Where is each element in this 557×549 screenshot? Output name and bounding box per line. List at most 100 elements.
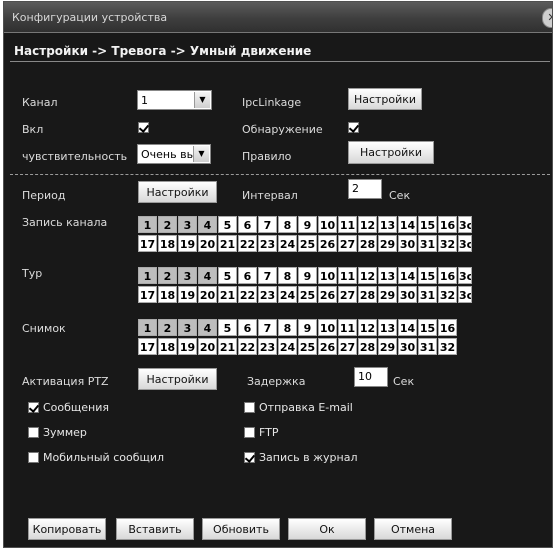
snapshot-channel-cell[interactable]: 20: [198, 338, 217, 355]
tour-channel-cell[interactable]: 13: [378, 267, 397, 284]
record-channel-channel-cell[interactable]: 25: [298, 235, 317, 252]
tour-channel-cell[interactable]: 3: [178, 267, 197, 284]
snapshot-channel-cell[interactable]: 17: [138, 338, 157, 355]
tour-channel-cell[interactable]: 3cı: [458, 286, 472, 303]
record-channel-channel-cell[interactable]: 32: [438, 235, 457, 252]
tour-channel-cell[interactable]: 20: [198, 286, 217, 303]
tour-channel-cell[interactable]: 18: [158, 286, 177, 303]
tour-channel-cell[interactable]: 15: [418, 267, 437, 284]
tour-channel-cell[interactable]: 1: [138, 267, 157, 284]
record-channel-channel-cell[interactable]: 3: [178, 216, 197, 233]
detection-checkbox[interactable]: [348, 122, 359, 133]
record-channel-channel-cell[interactable]: 10: [318, 216, 337, 233]
record-channel-channel-cell[interactable]: 22: [238, 235, 257, 252]
snapshot-channel-cell[interactable]: 5: [218, 319, 237, 336]
snapshot-channel-cell[interactable]: 32: [438, 338, 457, 355]
snapshot-channel-cell[interactable]: 4: [198, 319, 217, 336]
cancel-button[interactable]: Отмена: [374, 518, 452, 540]
record-channel-channel-cell[interactable]: 16: [438, 216, 457, 233]
tour-channel-cell[interactable]: 7: [258, 267, 277, 284]
record-channel-channel-cell[interactable]: 28: [358, 235, 377, 252]
snapshot-channel-cell[interactable]: 27: [338, 338, 357, 355]
tour-channel-cell[interactable]: 29: [378, 286, 397, 303]
ipclinkage-settings-button[interactable]: Настройки: [348, 88, 422, 110]
enable-checkbox[interactable]: [138, 122, 149, 133]
copy-button[interactable]: Копировать: [28, 518, 106, 540]
ptz-settings-button[interactable]: Настройки: [138, 368, 217, 390]
tour-channel-cell[interactable]: 4: [198, 267, 217, 284]
rule-settings-button[interactable]: Настройки: [348, 141, 434, 164]
log-checkbox[interactable]: [244, 452, 255, 463]
snapshot-channel-cell[interactable]: 26: [318, 338, 337, 355]
snapshot-channel-cell[interactable]: 19: [178, 338, 197, 355]
record-channel-channel-cell[interactable]: 4: [198, 216, 217, 233]
record-channel-channel-cell[interactable]: 3cı: [458, 235, 472, 252]
tour-channel-cell[interactable]: 25: [298, 286, 317, 303]
tour-channel-cell[interactable]: 9: [298, 267, 317, 284]
tour-channel-cell[interactable]: 22: [238, 286, 257, 303]
snapshot-channel-cell[interactable]: 9: [298, 319, 317, 336]
record-channel-channel-cell[interactable]: 1: [138, 216, 157, 233]
snapshot-channel-cell[interactable]: 25: [298, 338, 317, 355]
record-channel-channel-cell[interactable]: 8: [278, 216, 297, 233]
tour-channel-cell[interactable]: 23: [258, 286, 277, 303]
record-channel-channel-cell[interactable]: 12: [358, 216, 377, 233]
record-channel-channel-cell[interactable]: 18: [158, 235, 177, 252]
tour-channel-cell[interactable]: 26: [318, 286, 337, 303]
close-icon[interactable]: ✕: [542, 8, 552, 28]
record-channel-channel-cell[interactable]: 30: [398, 235, 417, 252]
messages-checkbox[interactable]: [28, 402, 39, 413]
snapshot-channel-cell[interactable]: 13: [378, 319, 397, 336]
snapshot-channel-cell[interactable]: 8: [278, 319, 297, 336]
snapshot-channel-cell[interactable]: 7: [258, 319, 277, 336]
tour-channel-cell[interactable]: 32: [438, 286, 457, 303]
record-channel-channel-cell[interactable]: 27: [338, 235, 357, 252]
snapshot-channel-cell[interactable]: 24: [278, 338, 297, 355]
tour-channel-cell[interactable]: 2: [158, 267, 177, 284]
record-channel-channel-cell[interactable]: 15: [418, 216, 437, 233]
snapshot-channel-cell[interactable]: 6: [238, 319, 257, 336]
snapshot-channel-cell[interactable]: 14: [398, 319, 417, 336]
snapshot-channel-cell[interactable]: 29: [378, 338, 397, 355]
tour-channel-cell[interactable]: 30: [398, 286, 417, 303]
snapshot-channel-cell[interactable]: 10: [318, 319, 337, 336]
tour-channel-cell[interactable]: 17: [138, 286, 157, 303]
record-channel-channel-cell[interactable]: 5: [218, 216, 237, 233]
tour-channel-cell[interactable]: 28: [358, 286, 377, 303]
tour-channel-cell[interactable]: 3cı: [458, 267, 472, 284]
record-channel-channel-cell[interactable]: 11: [338, 216, 357, 233]
ok-button[interactable]: Ок: [288, 518, 366, 540]
snapshot-channel-cell[interactable]: 18: [158, 338, 177, 355]
record-channel-channel-cell[interactable]: 29: [378, 235, 397, 252]
tour-channel-cell[interactable]: 21: [218, 286, 237, 303]
email-checkbox[interactable]: [244, 402, 255, 413]
snapshot-channel-cell[interactable]: 23: [258, 338, 277, 355]
record-channel-channel-cell[interactable]: 7: [258, 216, 277, 233]
record-channel-channel-cell[interactable]: 19: [178, 235, 197, 252]
channel-select[interactable]: 1 ▼: [137, 90, 212, 110]
tour-channel-cell[interactable]: 27: [338, 286, 357, 303]
snapshot-channel-cell[interactable]: 22: [238, 338, 257, 355]
record-channel-channel-cell[interactable]: 26: [318, 235, 337, 252]
snapshot-channel-cell[interactable]: 16: [438, 319, 457, 336]
mobile-message-checkbox[interactable]: [28, 452, 39, 463]
snapshot-channel-cell[interactable]: 21: [218, 338, 237, 355]
tour-channel-cell[interactable]: 8: [278, 267, 297, 284]
delay-input[interactable]: 10: [354, 367, 388, 387]
snapshot-channel-cell[interactable]: 15: [418, 319, 437, 336]
tour-channel-cell[interactable]: 12: [358, 267, 377, 284]
tour-channel-cell[interactable]: 24: [278, 286, 297, 303]
tour-channel-cell[interactable]: 6: [238, 267, 257, 284]
record-channel-channel-cell[interactable]: 23: [258, 235, 277, 252]
period-settings-button[interactable]: Настройки: [138, 181, 217, 203]
record-channel-channel-cell[interactable]: 14: [398, 216, 417, 233]
snapshot-channel-cell[interactable]: 30: [398, 338, 417, 355]
snapshot-channel-cell[interactable]: 31: [418, 338, 437, 355]
refresh-button[interactable]: Обновить: [202, 518, 280, 540]
record-channel-channel-cell[interactable]: 3cı: [458, 216, 472, 233]
paste-button[interactable]: Вставить: [116, 518, 194, 540]
record-channel-channel-cell[interactable]: 20: [198, 235, 217, 252]
record-channel-channel-cell[interactable]: 6: [238, 216, 257, 233]
snapshot-channel-cell[interactable]: 28: [358, 338, 377, 355]
snapshot-channel-cell[interactable]: 3: [178, 319, 197, 336]
